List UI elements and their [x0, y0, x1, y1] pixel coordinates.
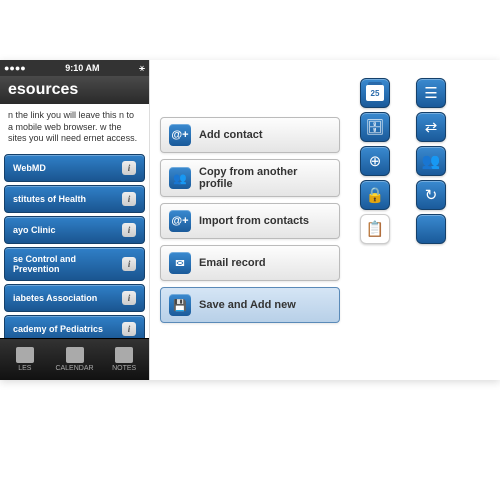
tab-calendar[interactable]: CALENDAR [50, 339, 100, 380]
tab-label: CALENDAR [55, 365, 93, 372]
resource-label: se Control and Prevention [13, 254, 122, 274]
import-contacts-button[interactable]: @+ Import from contacts [160, 203, 340, 239]
resource-label: ayo Clinic [13, 225, 56, 235]
page-title: esources [0, 76, 149, 104]
resource-item-nih[interactable]: stitutes of Health i [4, 185, 145, 213]
refresh-icon: ↻ [416, 180, 446, 210]
blank-icon [416, 214, 446, 244]
email-record-button[interactable]: ✉ Email record [160, 245, 340, 281]
button-label: Save and Add new [199, 299, 296, 311]
resource-item-diabetes[interactable]: iabetes Association i [4, 284, 145, 312]
status-time: 9:10 AM [65, 63, 99, 73]
icon-palette: 25 ☰ 🗄 ⇄ ⊕ 👥 🔒 ↻ 📋 [350, 60, 500, 380]
tab-label: LES [18, 365, 31, 372]
info-icon[interactable]: i [122, 161, 136, 175]
info-icon[interactable]: i [122, 291, 136, 305]
action-buttons: @+ Add contact 👥 Copy from another profi… [150, 60, 350, 380]
tab-label: NOTES [112, 365, 136, 372]
page-description: n the link you will leave this n to a mo… [0, 104, 149, 151]
notes-icon [115, 347, 133, 363]
transfer-icon: ⇄ [416, 112, 446, 142]
resource-label: stitutes of Health [13, 194, 86, 204]
resource-item-mayo[interactable]: ayo Clinic i [4, 216, 145, 244]
tab-files[interactable]: LES [0, 339, 50, 380]
lock-icon: 🔒 [360, 180, 390, 210]
envelope-icon: ✉ [169, 252, 191, 274]
save-icon: 💾 [169, 294, 191, 316]
button-label: Copy from another profile [199, 166, 331, 190]
resource-label: iabetes Association [13, 293, 97, 303]
resource-label: WebMD [13, 163, 46, 173]
button-label: Email record [199, 257, 266, 269]
list-icon: ☰ [416, 78, 446, 108]
files-icon [16, 347, 34, 363]
add-contact-button[interactable]: @+ Add contact [160, 117, 340, 153]
copy-profile-button[interactable]: 👥 Copy from another profile [160, 159, 340, 197]
people-icon: 👥 [416, 146, 446, 176]
clipboard-icon: 📋 [360, 214, 390, 244]
tab-bar: LES CALENDAR NOTES [0, 338, 149, 380]
info-icon[interactable]: i [122, 192, 136, 206]
status-bar: ●●●● 9:10 AM ⚹ [0, 60, 149, 76]
at-plus-icon: @+ [169, 210, 191, 232]
calendar-icon: 25 [360, 78, 390, 108]
save-add-new-button[interactable]: 💾 Save and Add new [160, 287, 340, 323]
app-mockup: ●●●● 9:10 AM ⚹ esources n the link you w… [0, 60, 500, 380]
button-label: Add contact [199, 129, 263, 141]
people-icon: 👥 [169, 167, 191, 189]
tab-notes[interactable]: NOTES [99, 339, 149, 380]
resource-list: WebMD i stitutes of Health i ayo Clinic … [0, 154, 149, 343]
at-plus-icon: @+ [169, 124, 191, 146]
calendar-icon [66, 347, 84, 363]
info-icon[interactable]: i [122, 322, 136, 336]
resource-label: cademy of Pediatrics [13, 324, 103, 334]
medical-bag-icon: ⊕ [360, 146, 390, 176]
phone-screen: ●●●● 9:10 AM ⚹ esources n the link you w… [0, 60, 150, 380]
resource-item-webmd[interactable]: WebMD i [4, 154, 145, 182]
bluetooth-icon: ⚹ [139, 63, 145, 74]
cabinet-icon: 🗄 [360, 112, 390, 142]
signal-icon: ●●●● [4, 63, 26, 73]
info-icon[interactable]: i [122, 223, 136, 237]
button-label: Import from contacts [199, 215, 309, 227]
resource-item-cdc[interactable]: se Control and Prevention i [4, 247, 145, 281]
info-icon[interactable]: i [122, 257, 136, 271]
